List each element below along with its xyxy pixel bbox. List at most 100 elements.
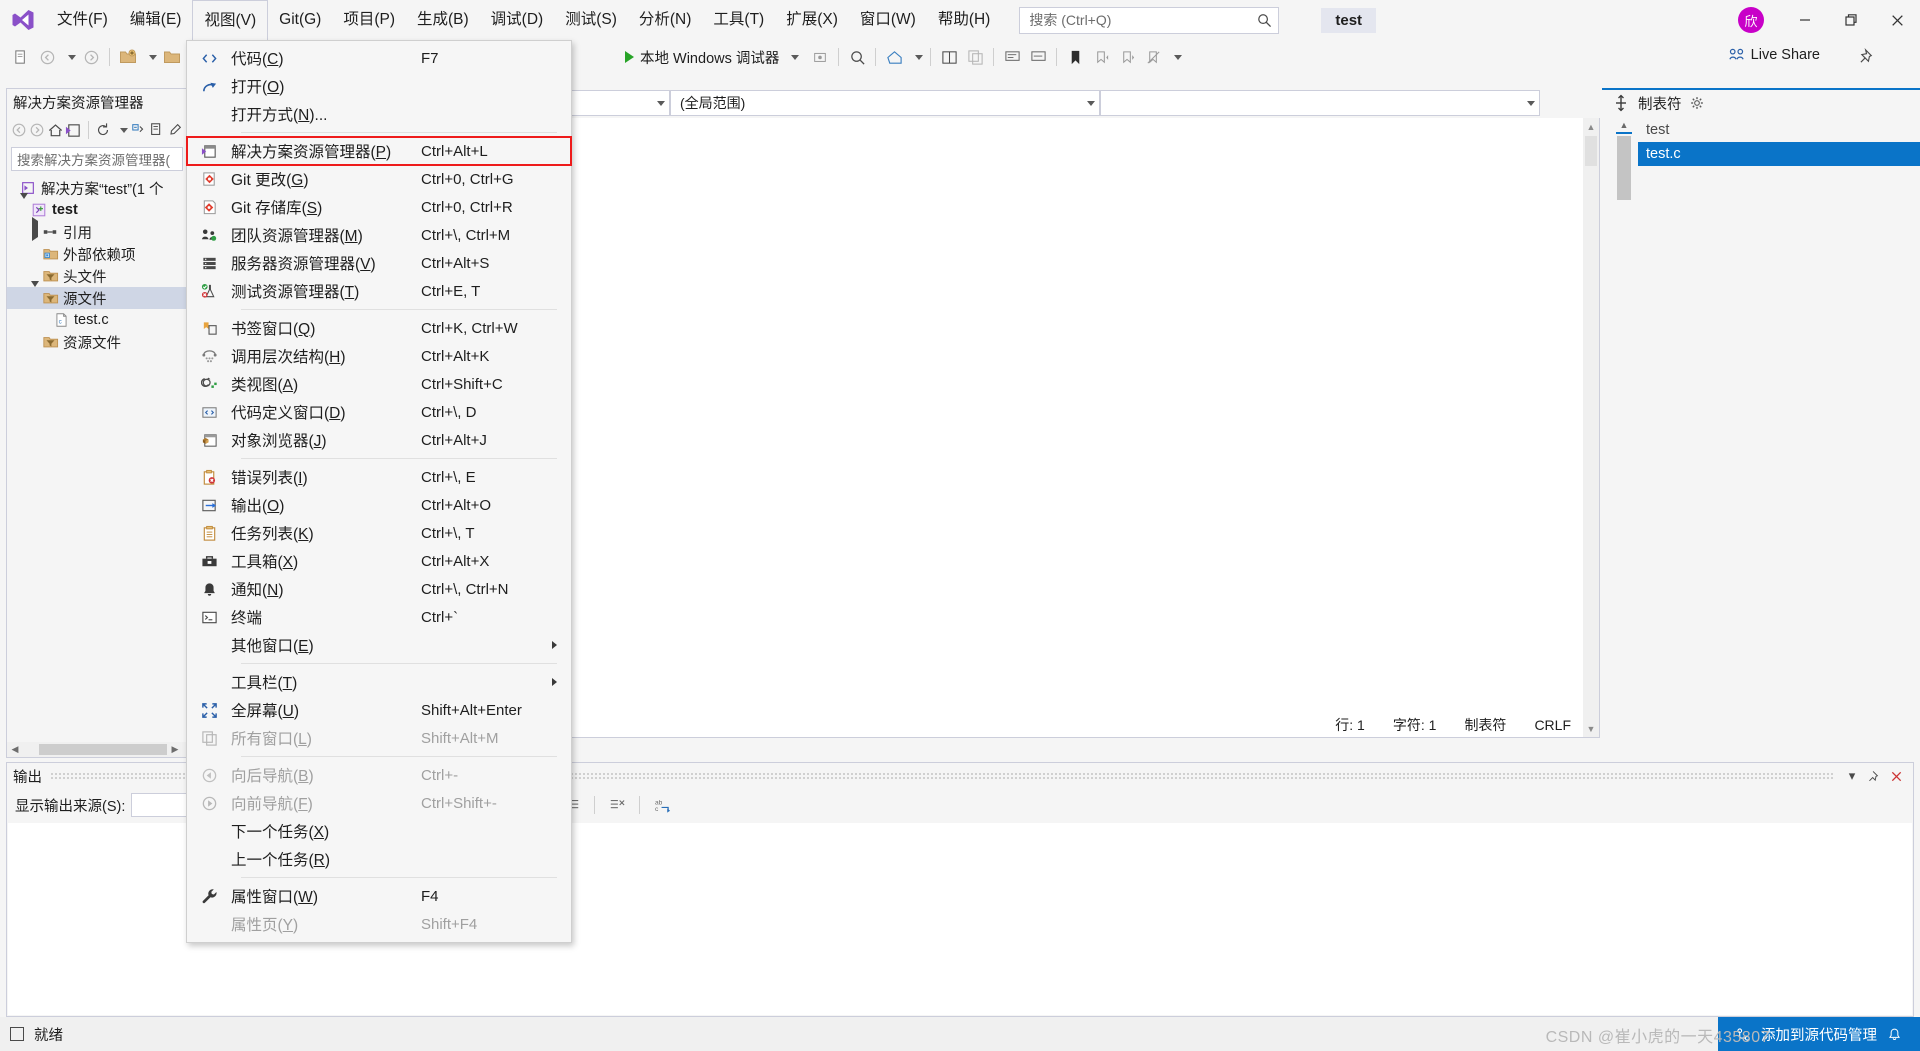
menu-item-工具栏T[interactable]: 工具栏(T): [187, 668, 571, 696]
menu-item-通知N[interactable]: 通知(N) Ctrl+\, Ctrl+N: [187, 575, 571, 603]
nav-combo-scope[interactable]: (全局范围): [670, 90, 1100, 116]
menu-item-其他窗口E[interactable]: 其他窗口(E): [187, 631, 571, 659]
menu-0[interactable]: 文件(F): [46, 0, 119, 40]
scroll-right-icon[interactable]: ▶: [167, 744, 183, 755]
properties-icon[interactable]: [166, 118, 183, 142]
close-icon[interactable]: [1885, 765, 1907, 787]
expander-expanded-icon[interactable]: [18, 193, 29, 221]
search-icon[interactable]: [1257, 13, 1272, 28]
tab-well-scrollbar[interactable]: ▲: [1616, 118, 1632, 738]
menu-12[interactable]: 帮助(H): [927, 0, 1002, 40]
new-item-icon[interactable]: [8, 44, 34, 70]
menu-item-全屏幕U[interactable]: 全屏幕(U) Shift+Alt+Enter: [187, 696, 571, 724]
solution-tree[interactable]: 解决方案“test”(1 个 test 引用 外部依赖项 头文件 源文件 c test.c 资源…: [7, 175, 187, 353]
uncomment-icon[interactable]: [1025, 44, 1051, 70]
solution-explorer-toolbar[interactable]: [7, 115, 187, 145]
bookmark-icon[interactable]: [1062, 44, 1088, 70]
avatar[interactable]: 欣: [1738, 7, 1764, 33]
menu-4[interactable]: 项目(P): [332, 0, 406, 40]
live-preview-dropdown-icon[interactable]: [907, 44, 925, 70]
tree-item[interactable]: 资源文件: [7, 331, 187, 353]
menu-6[interactable]: 调试(D): [480, 0, 555, 40]
editor-scroll-thumb[interactable]: [1585, 136, 1597, 166]
menu-9[interactable]: 工具(T): [702, 0, 775, 40]
start-debugging-button[interactable]: 本地 Windows 调试器: [617, 44, 807, 70]
chevron-down-icon[interactable]: ▾: [1841, 765, 1863, 787]
view-menu-dropdown[interactable]: 代码(C) F7 打开(O) 打开方式(N)... 解决方案资源管理器(P) Ctrl+A…: [186, 40, 572, 943]
tab-well-list[interactable]: test test.c: [1638, 118, 1920, 166]
tab-well-scroll-thumb[interactable]: [1617, 136, 1631, 200]
refresh-icon[interactable]: [95, 118, 112, 142]
word-wrap-icon[interactable]: ab c: [651, 794, 673, 816]
prev-bookmark-icon[interactable]: [1088, 44, 1114, 70]
zoom-preview-icon[interactable]: [844, 44, 870, 70]
tree-item[interactable]: 解决方案“test”(1 个: [7, 177, 187, 199]
expander-expanded-icon[interactable]: [29, 281, 40, 309]
menu-11[interactable]: 窗口(W): [849, 0, 927, 40]
bell-icon[interactable]: [1887, 1027, 1902, 1042]
minimize-icon[interactable]: [1782, 0, 1828, 40]
menu-item-错误列表I[interactable]: 错误列表(I) Ctrl+\, E: [187, 463, 571, 491]
tree-item[interactable]: 外部依赖项: [7, 243, 187, 265]
main-menu-bar[interactable]: 文件(F) 编辑(E) 视图(V) Git(G) 项目(P) 生成(B) 调试(D) 测试(S…: [46, 0, 1002, 41]
menu-item-上一个任务R[interactable]: 上一个任务(R): [187, 845, 571, 873]
expander-collapsed-icon[interactable]: [29, 217, 40, 243]
menu-item-输出O[interactable]: 输出(O) Ctrl+Alt+O: [187, 491, 571, 519]
menu-item-类视图A[interactable]: 类视图(A) Ctrl+Shift+C: [187, 370, 571, 398]
menu-item-团队资源管理器M[interactable]: 团队资源管理器(M) Ctrl+\, Ctrl+M: [187, 221, 571, 249]
restore-icon[interactable]: [1828, 0, 1874, 40]
menu-2[interactable]: 视图(V): [192, 0, 269, 41]
back-nav-dropdown-icon[interactable]: [60, 44, 78, 70]
live-share-button[interactable]: Live Share: [1728, 46, 1820, 63]
menu-3[interactable]: Git(G): [268, 0, 332, 40]
tab-well-item[interactable]: test: [1638, 118, 1920, 142]
menu-item-代码定义窗口D[interactable]: 代码定义窗口(D) Ctrl+\, D: [187, 398, 571, 426]
solution-explorer-hscrollbar[interactable]: ◀ ▶: [7, 742, 187, 757]
menu-item-代码C[interactable]: 代码(C) F7: [187, 44, 571, 72]
menu-1[interactable]: 编辑(E): [119, 0, 193, 40]
search-input[interactable]: 搜索 (Ctrl+Q): [1029, 10, 1257, 30]
next-bookmark-icon[interactable]: [1114, 44, 1140, 70]
forward-icon[interactable]: [29, 118, 46, 142]
menu-item-打开方式N[interactable]: 打开方式(N)...: [187, 100, 571, 128]
open-folder-icon[interactable]: [159, 44, 185, 70]
chevron-down-icon[interactable]: [1527, 100, 1535, 106]
dock-grip-icon[interactable]: [1610, 92, 1632, 114]
menu-8[interactable]: 分析(N): [628, 0, 703, 40]
tree-item[interactable]: 源文件: [7, 281, 187, 309]
menu-10[interactable]: 扩展(X): [775, 0, 849, 40]
search-box[interactable]: 搜索 (Ctrl+Q): [1019, 6, 1280, 34]
menu-item-Git存储库S[interactable]: Git 存储库(S) Ctrl+0, Ctrl+R: [187, 193, 571, 221]
tree-item[interactable]: 引用: [7, 217, 187, 243]
menu-item-Git更改G[interactable]: Git 更改(G) Ctrl+0, Ctrl+G: [187, 165, 571, 193]
clear-bookmarks-icon[interactable]: [1140, 44, 1166, 70]
menu-item-服务器资源管理器V[interactable]: 服务器资源管理器(V) Ctrl+Alt+S: [187, 249, 571, 277]
scroll-left-icon[interactable]: ◀: [7, 744, 23, 755]
copy-window-icon[interactable]: [962, 44, 988, 70]
tree-item[interactable]: c test.c: [7, 309, 187, 331]
menu-item-调用层次结构H[interactable]: 调用层次结构(H) Ctrl+Alt+K: [187, 342, 571, 370]
menu-item-对象浏览器J[interactable]: 对象浏览器(J) Ctrl+Alt+J: [187, 426, 571, 454]
split-window-icon[interactable]: [936, 44, 962, 70]
menu-item-终端[interactable]: 终端 Ctrl+`: [187, 603, 571, 631]
chevron-down-icon[interactable]: [112, 118, 129, 142]
pin-icon[interactable]: [1863, 765, 1885, 787]
chevron-down-icon[interactable]: [1087, 100, 1095, 106]
chevron-down-icon[interactable]: [791, 54, 800, 60]
editor-vertical-scrollbar[interactable]: ▲ ▼: [1583, 118, 1599, 737]
sync-with-active-document-icon[interactable]: [65, 118, 82, 142]
forward-nav-icon[interactable]: [78, 44, 104, 70]
scroll-up-icon[interactable]: ▲: [1583, 118, 1599, 135]
attach-icon[interactable]: [807, 44, 833, 70]
menu-item-打开O[interactable]: 打开(O): [187, 72, 571, 100]
menu-item-书签窗口Q[interactable]: 书签窗口(Q) Ctrl+K, Ctrl+W: [187, 314, 571, 342]
solution-explorer-search-input[interactable]: 搜索解决方案资源管理器(: [11, 147, 183, 171]
clear-all-icon[interactable]: [606, 794, 628, 816]
hscroll-thumb[interactable]: [39, 744, 167, 755]
new-project-icon[interactable]: [115, 44, 141, 70]
menu-item-下一个任务X[interactable]: 下一个任务(X): [187, 817, 571, 845]
nav-combo-member[interactable]: [1100, 90, 1540, 116]
gear-icon[interactable]: [1690, 96, 1704, 110]
home-icon[interactable]: [47, 118, 64, 142]
close-icon[interactable]: [1874, 0, 1920, 40]
